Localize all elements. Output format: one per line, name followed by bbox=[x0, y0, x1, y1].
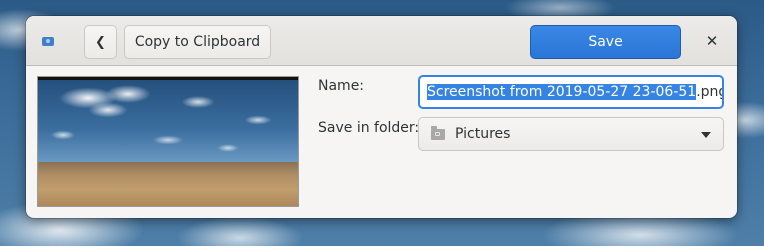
chevron-down-icon bbox=[701, 132, 711, 138]
close-glyph: ✕ bbox=[705, 32, 719, 50]
preview-ground bbox=[38, 162, 298, 206]
filename-input[interactable]: Screenshot from 2019-05-27 23-06-51.png bbox=[418, 75, 724, 109]
copy-to-clipboard-button[interactable]: Copy to Clipboard bbox=[124, 25, 271, 59]
filename-selected-text: Screenshot from 2019-05-27 23-06-51 bbox=[427, 84, 697, 100]
screenshot-preview-image bbox=[37, 76, 299, 207]
folder-value: Pictures bbox=[455, 126, 511, 142]
preview-sky bbox=[38, 80, 298, 162]
save-screenshot-dialog: ❮ Copy to Clipboard Save ✕ Name: Screens… bbox=[26, 16, 737, 218]
screenshot-app-icon bbox=[42, 37, 54, 46]
copy-to-clipboard-label: Copy to Clipboard bbox=[134, 34, 261, 50]
desktop-background: ❮ Copy to Clipboard Save ✕ Name: Screens… bbox=[0, 0, 764, 246]
save-in-folder-label: Save in folder: bbox=[318, 120, 420, 136]
chevron-left-icon: ❮ bbox=[95, 34, 106, 50]
back-button[interactable]: ❮ bbox=[84, 25, 117, 59]
save-label: Save bbox=[588, 34, 623, 50]
filename-extension: .png bbox=[696, 84, 722, 100]
folder-select[interactable]: Pictures bbox=[418, 117, 724, 151]
folder-icon bbox=[431, 125, 445, 140]
save-button[interactable]: Save bbox=[530, 25, 681, 59]
name-label: Name: bbox=[318, 78, 365, 94]
header-bar: ❮ Copy to Clipboard Save ✕ bbox=[26, 16, 737, 66]
close-icon[interactable]: ✕ bbox=[702, 31, 722, 51]
